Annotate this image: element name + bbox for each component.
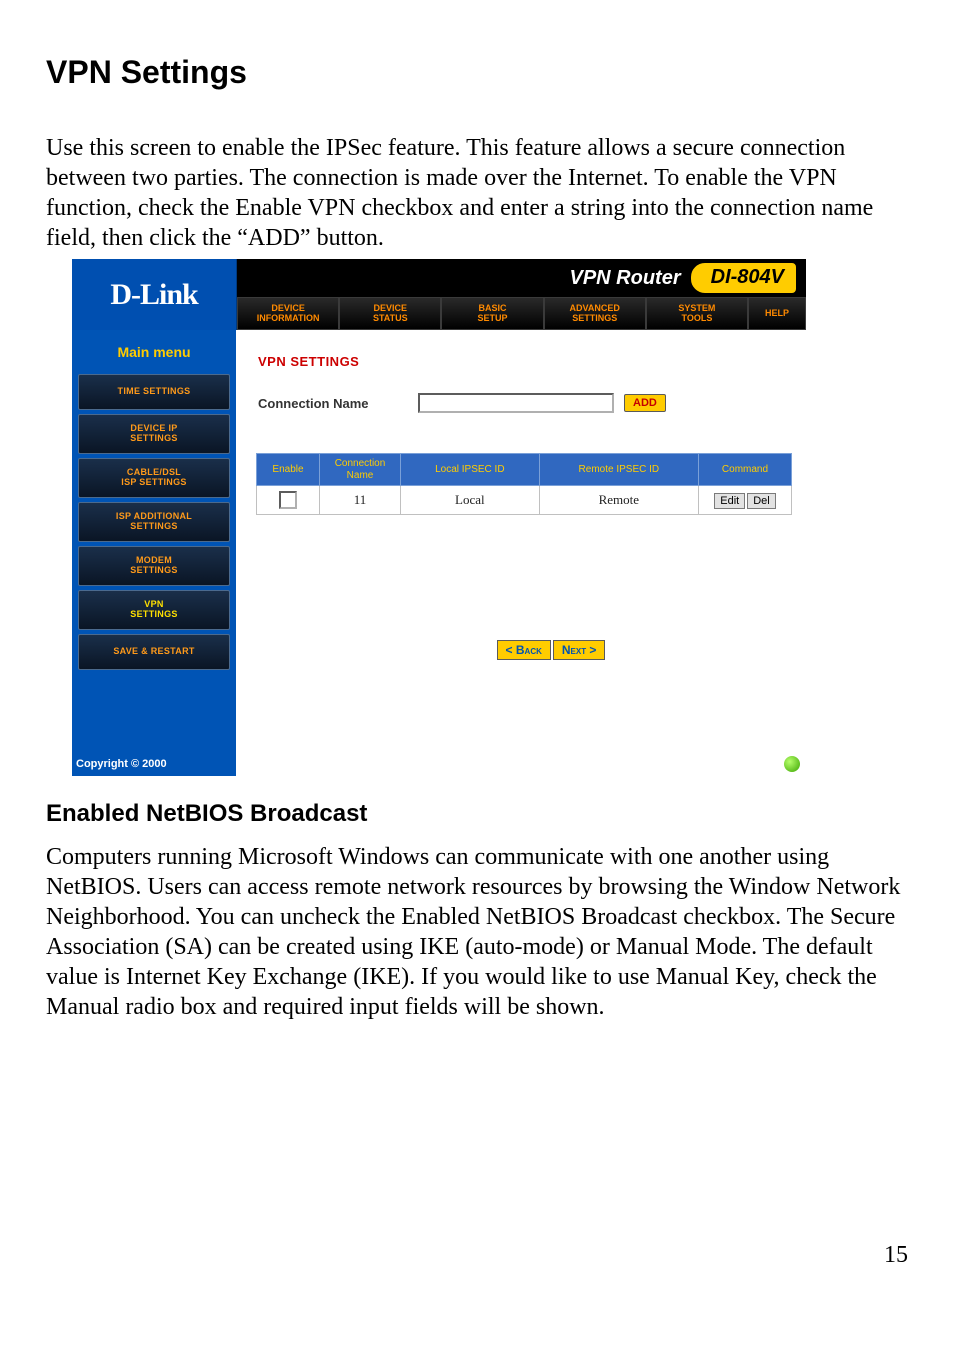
topnav-help[interactable]: HELP	[748, 297, 806, 330]
top-nav: DEVICEINFORMATION DEVICESTATUS BASICSETU…	[237, 297, 806, 330]
page-number: 15	[46, 1242, 908, 1269]
th-remote-ipsec: Remote IPSEC ID	[539, 454, 698, 486]
copyright-text: Copyright © 2000	[76, 758, 167, 770]
th-local-ipsec: Local IPSEC ID	[401, 454, 540, 486]
add-button[interactable]: ADD	[624, 394, 666, 412]
th-enable: Enable	[257, 454, 320, 486]
cell-remote-ipsec: Remote	[539, 486, 698, 515]
cell-connection-name: 11	[320, 486, 401, 515]
cell-local-ipsec: Local	[401, 486, 540, 515]
edit-button[interactable]: Edit	[714, 493, 745, 509]
dlink-logo: D-Link	[72, 259, 237, 331]
topnav-system-tools[interactable]: SYSTEMTOOLS	[646, 297, 748, 330]
page-title: VPN Settings	[46, 54, 908, 91]
back-button[interactable]: < Back	[497, 640, 551, 660]
sidebar-item-modem[interactable]: MODEMSETTINGS	[78, 546, 230, 586]
connection-name-label: Connection Name	[258, 396, 418, 411]
connections-table: Enable ConnectionName Local IPSEC ID Rem…	[256, 453, 792, 515]
sidebar-item-save-restart[interactable]: SAVE & RESTART	[78, 634, 230, 670]
section-netbios-body: Computers running Microsoft Windows can …	[46, 842, 908, 1022]
pane-heading: VPN SETTINGS	[236, 330, 806, 369]
topnav-advanced-settings[interactable]: ADVANCEDSETTINGS	[544, 297, 646, 330]
sidebar-item-isp-additional[interactable]: ISP ADDITIONALSETTINGS	[78, 502, 230, 542]
sidebar-item-cable-dsl[interactable]: CABLE/DSLISP SETTINGS	[78, 458, 230, 498]
sidebar-item-vpn[interactable]: VPNSETTINGS	[78, 590, 230, 630]
del-button[interactable]: Del	[747, 493, 776, 509]
next-button[interactable]: Next >	[553, 640, 606, 660]
th-connection-name: ConnectionName	[320, 454, 401, 486]
connection-name-input[interactable]	[418, 393, 614, 413]
connection-name-row: Connection Name ADD	[236, 369, 806, 413]
router-title: VPN Router	[570, 267, 681, 290]
sidebar: Main menu TIME SETTINGS DEVICE IPSETTING…	[72, 330, 236, 776]
sidebar-item-time-settings[interactable]: TIME SETTINGS	[78, 374, 230, 410]
enable-checkbox[interactable]	[279, 491, 297, 509]
section-netbios-heading: Enabled NetBIOS Broadcast	[46, 800, 908, 828]
model-badge: DI-804V	[691, 263, 796, 293]
sidebar-item-device-ip[interactable]: DEVICE IPSETTINGS	[78, 414, 230, 454]
status-indicator-icon	[784, 756, 800, 772]
main-menu-label: Main menu	[72, 330, 236, 370]
intro-paragraph: Use this screen to enable the IPSec feat…	[46, 133, 908, 253]
table-row: 11 Local Remote EditDel	[257, 486, 792, 515]
topnav-basic-setup[interactable]: BASICSETUP	[441, 297, 543, 330]
nav-buttons: < BackNext >	[296, 633, 806, 661]
header-right: VPN Router DI-804V DEVICEINFORMATION DEV…	[237, 259, 806, 330]
router-screenshot: D-Link VPN Router DI-804V DEVICEINFORMAT…	[72, 259, 806, 776]
router-header: D-Link VPN Router DI-804V DEVICEINFORMAT…	[72, 259, 806, 330]
th-command: Command	[699, 454, 792, 486]
content-pane: VPN SETTINGS Connection Name ADD Enable …	[236, 330, 806, 776]
topnav-device-information[interactable]: DEVICEINFORMATION	[237, 297, 339, 330]
topnav-device-status[interactable]: DEVICESTATUS	[339, 297, 441, 330]
